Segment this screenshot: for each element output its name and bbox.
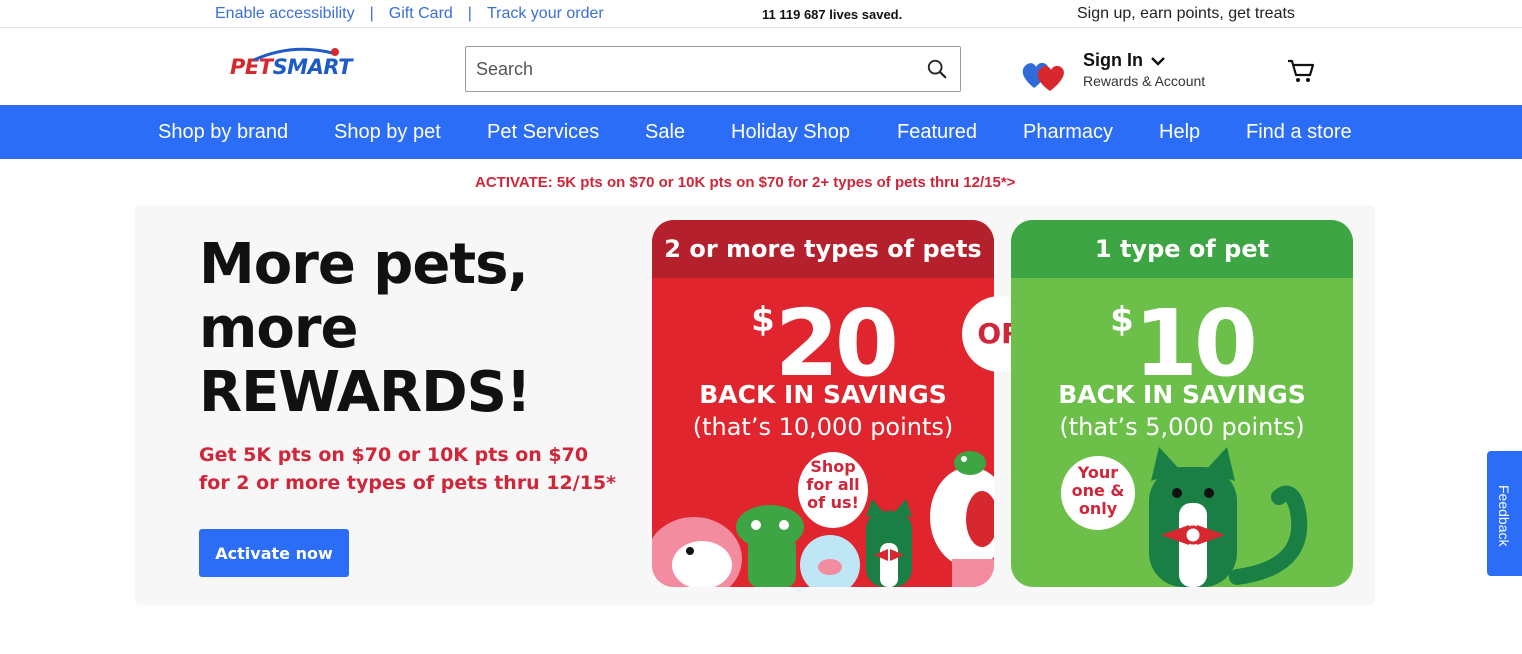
- points-equivalent: (that’s 10,000 points): [692, 413, 954, 441]
- search-box: [465, 46, 961, 92]
- offer-card-single-pet[interactable]: 1 type of pet $10 BACK IN SAVINGS (that’…: [1011, 220, 1353, 587]
- offer-card-heading: 2 or more types of pets: [652, 220, 994, 278]
- offer-card-multi-pet[interactable]: 2 or more types of pets $20 BACK IN SAVI…: [652, 220, 994, 587]
- signup-promo-link[interactable]: Sign up, earn points, get treats: [1077, 5, 1295, 23]
- points-equivalent: (that’s 5,000 points): [1059, 413, 1305, 441]
- nav-shop-by-brand[interactable]: Shop by brand: [158, 121, 288, 144]
- nav-holiday-shop[interactable]: Holiday Shop: [731, 121, 850, 144]
- activate-now-button[interactable]: Activate now: [199, 529, 349, 577]
- hero-subtext: Get 5K pts on $70 or 10K pts on $70 for …: [199, 444, 617, 494]
- cart-icon[interactable]: [1287, 58, 1315, 84]
- back-in-savings-label: BACK IN SAVINGS: [699, 380, 947, 409]
- dollar-sign: $: [1110, 300, 1134, 340]
- back-in-savings-label: BACK IN SAVINGS: [1058, 380, 1306, 409]
- hero-headline: More pets, more REWARDS!: [199, 232, 531, 425]
- nav-featured[interactable]: Featured: [897, 121, 977, 144]
- signin-title: Sign In: [1083, 50, 1143, 70]
- track-order-link[interactable]: Track your order: [487, 5, 604, 23]
- main-nav: Shop by brand Shop by pet Pet Services S…: [0, 105, 1522, 159]
- signin-button[interactable]: Sign In Rewards & Account: [1083, 50, 1205, 89]
- petsmart-logo[interactable]: PETSMART: [230, 47, 352, 85]
- signin-subtitle: Rewards & Account: [1083, 73, 1206, 89]
- dollar-sign: $: [751, 300, 775, 340]
- utility-links: Enable accessibility | Gift Card | Track…: [215, 5, 604, 23]
- offer-card-heading: 1 type of pet: [1011, 220, 1353, 278]
- nav-sale[interactable]: Sale: [645, 121, 685, 144]
- hero-headline-line: More pets,: [199, 232, 529, 297]
- chevron-down-icon: [1151, 56, 1165, 66]
- feedback-label: Feedback: [1496, 485, 1512, 547]
- nav-help[interactable]: Help: [1159, 121, 1200, 144]
- hero-headline-line: more: [199, 296, 358, 361]
- search-icon[interactable]: [926, 58, 948, 80]
- nav-shop-by-pet[interactable]: Shop by pet: [334, 121, 441, 144]
- hearts-icon: [1022, 62, 1064, 91]
- activate-promo-text: ACTIVATE: 5K pts on $70 or 10K pts on $7…: [475, 174, 1016, 191]
- signin-title-row: Sign In: [1083, 50, 1205, 71]
- gift-card-link[interactable]: Gift Card: [389, 5, 453, 23]
- logo-arc-icon: [253, 47, 339, 61]
- separator: |: [467, 5, 472, 22]
- search-input[interactable]: [466, 47, 906, 91]
- nav-pharmacy[interactable]: Pharmacy: [1023, 121, 1113, 144]
- header: PETSMART Sign In Rewards & Account: [0, 28, 1522, 105]
- enable-accessibility-link[interactable]: Enable accessibility: [215, 5, 355, 23]
- pets-illustration: [652, 451, 994, 587]
- nav-find-a-store[interactable]: Find a store: [1246, 121, 1352, 144]
- cat-illustration: [1149, 447, 1308, 587]
- feedback-tab[interactable]: Feedback: [1487, 451, 1522, 576]
- hero-headline-line: REWARDS!: [199, 360, 531, 425]
- utility-bar: Enable accessibility | Gift Card | Track…: [0, 0, 1522, 28]
- separator: |: [369, 5, 374, 22]
- lives-saved-counter: 11 119 687 lives saved.: [762, 7, 903, 22]
- nav-pet-services[interactable]: Pet Services: [487, 121, 599, 144]
